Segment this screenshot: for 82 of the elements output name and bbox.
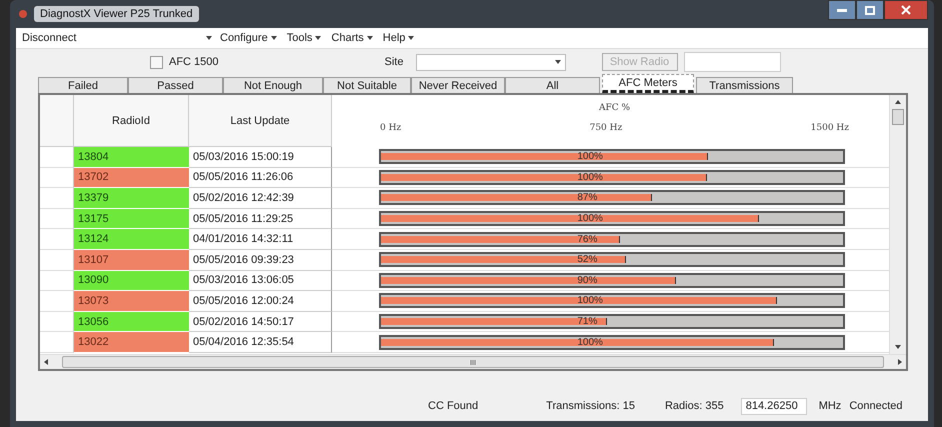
vertical-scrollbar[interactable] xyxy=(889,95,906,354)
meter-reading: 100% xyxy=(577,172,603,183)
caret-icon xyxy=(315,36,322,40)
tab[interactable]: AFC Meters xyxy=(602,74,694,93)
scale-label: 750 Hz xyxy=(590,123,622,133)
frequency-field[interactable]: 814.26250 xyxy=(740,398,807,414)
menu-item[interactable]: Tools xyxy=(284,32,324,44)
status-text: Connected xyxy=(849,400,903,412)
table-cell: 13175 xyxy=(74,208,189,230)
site-label: Site xyxy=(384,56,404,68)
menu-item[interactable]: Charts xyxy=(329,32,375,44)
table-cell: 05/02/2016 12:42:39 xyxy=(189,188,332,209)
table-cell: 13090 xyxy=(74,270,189,292)
meter-reading: 76% xyxy=(577,234,598,245)
table-cell: 05/04/2016 12:35:54 xyxy=(189,332,332,353)
window-title: DiagnostX Viewer P25 Trunked xyxy=(34,6,199,22)
caret-icon xyxy=(270,36,277,40)
table-cell: 13702 xyxy=(74,168,189,188)
meter-reading: 100% xyxy=(577,336,603,348)
tab[interactable]: Not Enough xyxy=(223,77,323,93)
scale-label: 1500 Hz xyxy=(810,123,849,133)
table-cell: 05/05/2016 11:29:25 xyxy=(189,208,332,230)
tab[interactable]: Not Suitable xyxy=(323,77,411,93)
table-cell: 13804 xyxy=(74,147,189,168)
maximize-button[interactable] xyxy=(856,0,884,20)
checkbox-label: AFC 1500 xyxy=(169,56,219,68)
tab[interactable]: Passed xyxy=(128,77,223,93)
checkbox[interactable] xyxy=(150,56,163,68)
column-header[interactable]: RadioId xyxy=(74,95,189,147)
caret-icon xyxy=(206,36,212,40)
table-cell: 13107 xyxy=(74,250,189,271)
table-cell: 05/02/2016 14:50:17 xyxy=(189,312,332,332)
table-cell: 05/03/2016 13:06:05 xyxy=(189,270,332,292)
table-cell: 13379 xyxy=(74,188,189,209)
connection-dropdown[interactable]: Disconnect xyxy=(22,32,212,44)
meter-reading: 52% xyxy=(577,254,598,266)
minimize-button[interactable] xyxy=(828,0,856,20)
caret-icon xyxy=(408,36,414,40)
arrow-icon xyxy=(44,359,48,365)
tab[interactable]: Transmissions xyxy=(696,77,793,93)
table-cell: 05/05/2016 09:39:23 xyxy=(189,250,332,271)
column-header[interactable]: Last Update xyxy=(189,95,332,147)
minimize-icon xyxy=(837,8,847,12)
meter-reading: 100% xyxy=(577,151,603,162)
tab[interactable]: All xyxy=(505,77,600,93)
scale-label: 0 Hz xyxy=(380,123,402,133)
close-button[interactable] xyxy=(884,0,928,20)
table-cell: 04/01/2016 14:32:11 xyxy=(189,229,332,250)
status-text: CC Found xyxy=(428,400,478,412)
table-cell: 13056 xyxy=(74,312,189,332)
meter-title: AFC % xyxy=(598,103,630,113)
arrow-icon xyxy=(898,359,902,365)
status-text: Transmissions: 15 xyxy=(546,400,635,412)
table-cell: 13124 xyxy=(74,229,189,250)
table-cell: 05/05/2016 11:26:06 xyxy=(189,168,332,188)
site-dropdown[interactable] xyxy=(416,54,566,70)
app-icon xyxy=(18,9,28,19)
meter-reading: 87% xyxy=(577,192,598,204)
tab[interactable]: Never Received xyxy=(411,77,505,93)
unit-label: MHz xyxy=(818,400,842,412)
scroll-thumb[interactable] xyxy=(892,109,904,125)
input-field[interactable] xyxy=(684,52,780,72)
grip-icon xyxy=(470,360,476,364)
menu-item[interactable]: Configure xyxy=(218,32,279,44)
caret-icon xyxy=(366,36,373,40)
status-text: Radios: 355 xyxy=(664,400,724,412)
close-icon xyxy=(901,5,911,15)
tab[interactable]: Failed xyxy=(38,77,128,93)
table-cell: 05/03/2016 15:00:19 xyxy=(189,147,332,168)
maximize-icon xyxy=(865,6,875,14)
table-cell: 13022 xyxy=(74,332,189,353)
table-cell: 05/05/2016 12:00:24 xyxy=(189,291,332,312)
caret-icon xyxy=(895,345,901,349)
arrow-icon xyxy=(895,100,901,104)
menu-item[interactable]: Help xyxy=(380,32,416,44)
table-cell: 13073 xyxy=(74,291,189,312)
meter-reading: 100% xyxy=(577,295,603,306)
horizontal-scrollbar[interactable] xyxy=(40,354,906,369)
meter-reading: 71% xyxy=(577,316,598,328)
caret-icon xyxy=(554,60,560,64)
meter-reading: 100% xyxy=(577,213,603,224)
meter-reading: 90% xyxy=(577,274,598,286)
